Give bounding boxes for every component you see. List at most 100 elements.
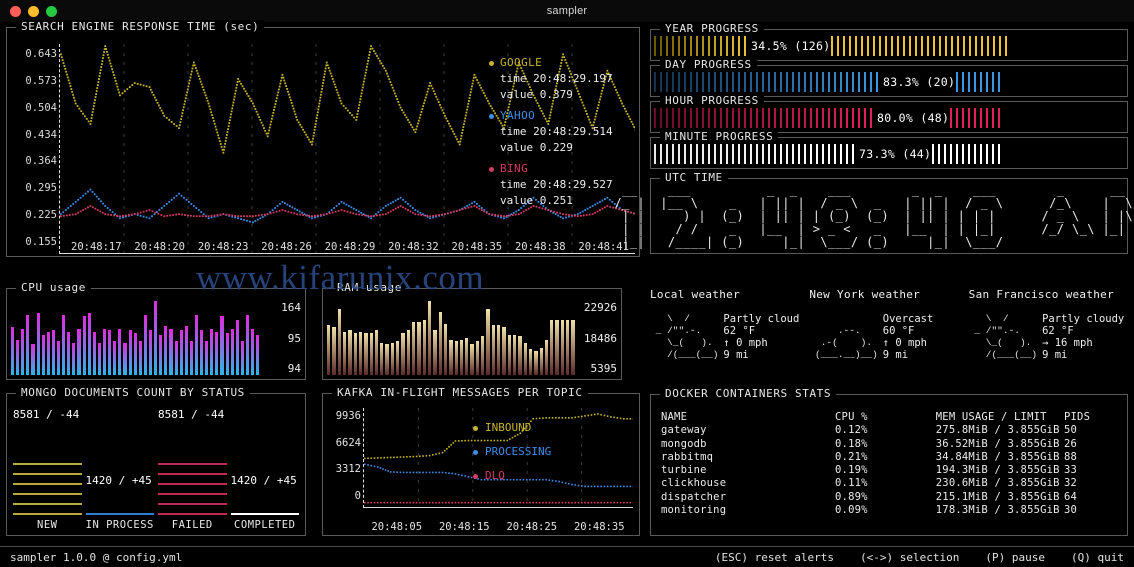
weather-location-title: New York weather bbox=[809, 288, 921, 301]
spark-bar bbox=[113, 341, 117, 375]
mongo-column-completed[interactable]: 1420 / +45 COMPLETED bbox=[229, 408, 302, 531]
spark-bar bbox=[512, 334, 517, 375]
spark-bar bbox=[374, 329, 379, 375]
legend-item-google[interactable]: GOOGLE time 20:48:29.197 value 0.379 bbox=[489, 55, 639, 103]
spark-bar bbox=[502, 326, 506, 375]
mongo-column-in-process[interactable]: 1420 / +45 IN PROCESS bbox=[84, 408, 157, 531]
gauge-empty-bars bbox=[950, 108, 1004, 128]
minute-progress-gauge[interactable]: MINUTE PROGRESS 73.3% (44) bbox=[650, 130, 1128, 169]
mongo-column-failed[interactable]: 8581 / -44 FAILED bbox=[156, 408, 229, 531]
spark-bar bbox=[194, 314, 199, 375]
y-tick-label: 9936 bbox=[335, 410, 361, 422]
docker-cell: rabbitmq bbox=[661, 450, 714, 463]
gauge-bar bbox=[986, 108, 989, 128]
mongo-bar-stack bbox=[156, 463, 229, 519]
mongo-bar-stack bbox=[11, 463, 84, 519]
spark-bar bbox=[51, 330, 55, 375]
shortcut-hint[interactable]: (ESC) reset alerts bbox=[715, 551, 834, 564]
weather-ascii-art-icon: .--. .-( ). (___.__)__) bbox=[815, 325, 878, 360]
search-engine-response-time-panel[interactable]: SEARCH ENGINE RESPONSE TIME (sec) 0.643 0… bbox=[6, 20, 640, 257]
legend-item-yahoo[interactable]: YAHOO time 20:48:29.514 value 0.229 bbox=[489, 108, 639, 156]
gauge-bar bbox=[816, 108, 818, 128]
spark-bar bbox=[390, 342, 395, 375]
weather-body: .--. .-( ). (___.__)__) Overcast 60 °F ↑ 0 … bbox=[809, 313, 968, 361]
gauge-bar bbox=[726, 72, 728, 92]
mongo-bar-line bbox=[158, 473, 227, 475]
weather-cell-0: Local weather \ / _ /"".-. \_( ). /(___(… bbox=[650, 286, 809, 386]
kafka-legend-item-dlq[interactable]: DLQ bbox=[473, 464, 551, 488]
docker-cell: 178.3MiB / 3.855GiB bbox=[935, 504, 1060, 517]
spark-bar bbox=[97, 342, 101, 375]
gauge-bar bbox=[945, 36, 948, 56]
hour-progress-gauge[interactable]: HOUR PROGRESS 80.0% (48) bbox=[650, 94, 1128, 133]
utc-time-panel[interactable]: UTC TIME __ ___ _ _ ___ _ _ ___ _ __ __ … bbox=[615, 171, 1134, 254]
gauge-bar bbox=[840, 144, 842, 164]
gauge-bar bbox=[702, 72, 704, 92]
panel-title: MINUTE PROGRESS bbox=[660, 130, 779, 144]
gauge-bar bbox=[702, 144, 704, 164]
weather-location-title: San Francisco weather bbox=[968, 288, 1115, 301]
docker-cell: monitoring bbox=[661, 504, 727, 517]
gauge-bar bbox=[744, 36, 746, 56]
gauge-bar bbox=[938, 144, 941, 164]
shortcut-hint[interactable]: (Q) quit bbox=[1071, 551, 1124, 564]
status-bar-version: sampler 1.0.0 @ config.yml bbox=[10, 550, 183, 564]
weather-condition: Overcast bbox=[882, 313, 934, 325]
gauge-bar bbox=[828, 144, 830, 164]
gauge-bar bbox=[768, 108, 770, 128]
gauge-bar bbox=[962, 72, 965, 92]
spark-bar bbox=[31, 344, 35, 375]
docker-containers-stats-panel[interactable]: DOCKER CONTAINERS STATS NAME CPU % MEM USA… bbox=[650, 387, 1128, 536]
shortcut-hint[interactable]: (<->) selection bbox=[860, 551, 959, 564]
x-tick-label: 20:48:32 bbox=[388, 241, 439, 253]
gauge-bar bbox=[993, 36, 996, 56]
gauge-bar bbox=[974, 108, 977, 128]
kafka-legend-item-processing[interactable]: PROCESSING bbox=[473, 440, 551, 464]
mongo-value-label: 1420 / +45 bbox=[230, 474, 297, 487]
weather-wind: ↑ 0 mph bbox=[882, 337, 928, 349]
spark-bar bbox=[164, 325, 168, 375]
spark-label: 22926 bbox=[583, 301, 617, 314]
gauge-bar bbox=[804, 72, 806, 92]
weather-body: \ / _ /"".-. \_( ). /(___(__) Partly clou… bbox=[969, 313, 1128, 361]
gauge-bar bbox=[762, 108, 764, 128]
gauge-bar bbox=[822, 72, 824, 92]
gauge-empty-bars bbox=[831, 36, 1011, 56]
gauge-bar bbox=[858, 72, 860, 92]
spark-bar bbox=[148, 330, 153, 375]
gauge-bar bbox=[768, 144, 770, 164]
spark-bar bbox=[406, 329, 410, 375]
year-progress-gauge[interactable]: YEAR PROGRESS 34.5% (126) bbox=[650, 22, 1128, 61]
spark-bar bbox=[220, 316, 224, 375]
ram-usage-panel[interactable]: RAM usage 22926 18486 5395 bbox=[322, 281, 622, 380]
spark-bar bbox=[21, 328, 25, 375]
cpu-usage-panel[interactable]: CPU usage 164 95 94 bbox=[6, 281, 306, 380]
kafka-legend-item-inbound[interactable]: INBOUND bbox=[473, 416, 551, 440]
gauge-bar bbox=[696, 108, 698, 128]
shortcut-hint[interactable]: (P) pause bbox=[985, 551, 1045, 564]
weather-wind: ↑ 0 mph bbox=[723, 337, 768, 349]
kafka-messages-panel[interactable]: KAFKA IN-FLIGHT MESSAGES PER TOPIC 9936 6… bbox=[322, 386, 640, 536]
gauge-bar bbox=[828, 108, 830, 128]
gauge-filled-bars bbox=[654, 36, 750, 56]
spark-bar bbox=[486, 309, 490, 375]
mongo-documents-panel[interactable]: MONGO DOCUMENTS COUNT BY STATUS 8581 / -… bbox=[6, 386, 306, 536]
gauge-bar bbox=[732, 72, 734, 92]
gauge-bar bbox=[726, 108, 728, 128]
day-progress-gauge[interactable]: DAY PROGRESS 83.3% (20) bbox=[650, 58, 1128, 97]
gauge-bar bbox=[846, 144, 848, 164]
spark-bar bbox=[108, 330, 112, 375]
gauge-bar bbox=[980, 108, 983, 128]
mongo-column-new[interactable]: 8581 / -44 NEW bbox=[11, 408, 84, 531]
docker-cell: 30 bbox=[1064, 504, 1078, 517]
gauge-bar bbox=[968, 72, 971, 92]
gauge-bar bbox=[891, 36, 894, 56]
spark-bar bbox=[327, 325, 331, 375]
spark-bar bbox=[200, 330, 204, 375]
weather-cell-2: San Francisco weather \ / _ /"".-. \_( )… bbox=[969, 286, 1128, 386]
cpu-value-labels: 164 95 94 bbox=[257, 301, 301, 375]
mongo-bar-line bbox=[13, 473, 82, 475]
docker-cell: 0.11% bbox=[835, 477, 868, 490]
gauge-bar bbox=[678, 72, 680, 92]
gauge-bar bbox=[873, 36, 876, 56]
